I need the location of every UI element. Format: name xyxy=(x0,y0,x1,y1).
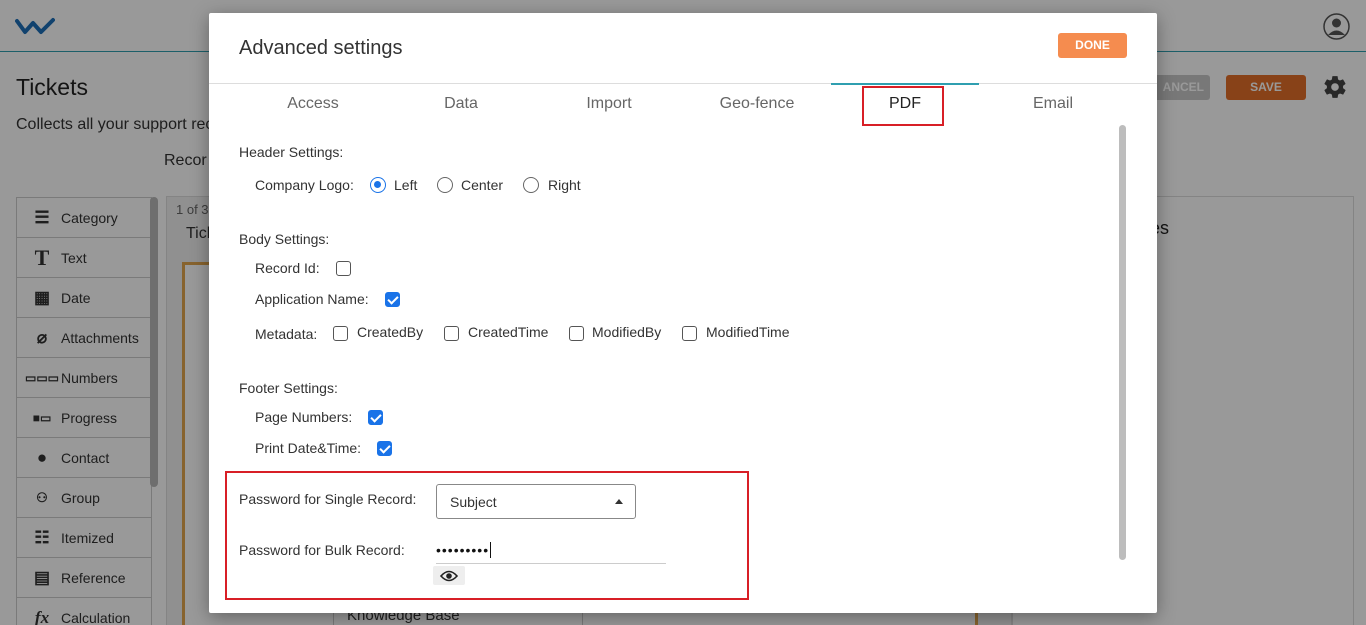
company-logo-label: Company Logo: xyxy=(255,177,354,193)
eye-icon xyxy=(440,570,458,581)
page-numbers-label: Page Numbers: xyxy=(255,409,353,425)
logo-center-label: Center xyxy=(461,177,504,193)
single-record-password-select[interactable]: Subject xyxy=(436,484,636,519)
tab-data[interactable]: Data xyxy=(387,95,535,113)
logo-right-radio[interactable] xyxy=(523,177,539,193)
createdby-label: CreatedBy xyxy=(357,324,424,340)
modifiedtime-label: ModifiedTime xyxy=(706,324,790,340)
show-password-button[interactable] xyxy=(433,566,465,585)
modifiedby-checkbox[interactable] xyxy=(569,326,584,341)
footer-settings-label: Footer Settings: xyxy=(239,380,338,396)
header-settings-label: Header Settings: xyxy=(239,144,344,160)
modifiedtime-checkbox[interactable] xyxy=(682,326,697,341)
print-datetime-label: Print Date&Time: xyxy=(255,440,362,456)
bulk-record-password-input[interactable]: ••••••••• xyxy=(436,540,666,564)
done-button[interactable]: DONE xyxy=(1058,33,1127,58)
body-settings-label: Body Settings: xyxy=(239,231,330,247)
logo-left-radio[interactable] xyxy=(370,177,386,193)
advanced-settings-dialog: Advanced settings DONE Access Data Impor… xyxy=(209,13,1157,613)
modifiedby-label: ModifiedBy xyxy=(592,324,662,340)
tab-email[interactable]: Email xyxy=(979,95,1127,113)
application-name-checkbox[interactable] xyxy=(385,292,400,307)
dialog-scrollbar[interactable] xyxy=(1119,125,1126,560)
createdtime-label: CreatedTime xyxy=(468,324,549,340)
tab-geo-fence[interactable]: Geo-fence xyxy=(683,95,831,113)
tab-access[interactable]: Access xyxy=(239,95,387,113)
print-datetime-checkbox[interactable] xyxy=(377,441,392,456)
page-numbers-checkbox[interactable] xyxy=(368,410,383,425)
createdtime-checkbox[interactable] xyxy=(444,326,459,341)
bulk-record-password-value: ••••••••• xyxy=(436,542,490,558)
logo-center-radio[interactable] xyxy=(437,177,453,193)
logo-right-label: Right xyxy=(548,177,581,193)
createdby-checkbox[interactable] xyxy=(333,326,348,341)
single-record-password-label: Password for Single Record: xyxy=(239,491,417,507)
bulk-record-password-label: Password for Bulk Record: xyxy=(239,542,405,558)
dialog-title: Advanced settings xyxy=(239,37,403,59)
tabs-divider xyxy=(209,83,1157,84)
logo-left-label: Left xyxy=(394,177,418,193)
active-tab-indicator xyxy=(831,83,979,85)
caret-up-icon xyxy=(615,499,623,504)
application-name-label: Application Name: xyxy=(255,291,369,307)
pdf-tab-highlight xyxy=(862,86,944,126)
record-id-checkbox[interactable] xyxy=(336,261,351,276)
record-id-label: Record Id: xyxy=(255,260,320,276)
metadata-label: Metadata: xyxy=(255,326,318,342)
single-record-password-value: Subject xyxy=(450,494,497,510)
text-cursor xyxy=(490,542,492,558)
tab-import[interactable]: Import xyxy=(535,95,683,113)
